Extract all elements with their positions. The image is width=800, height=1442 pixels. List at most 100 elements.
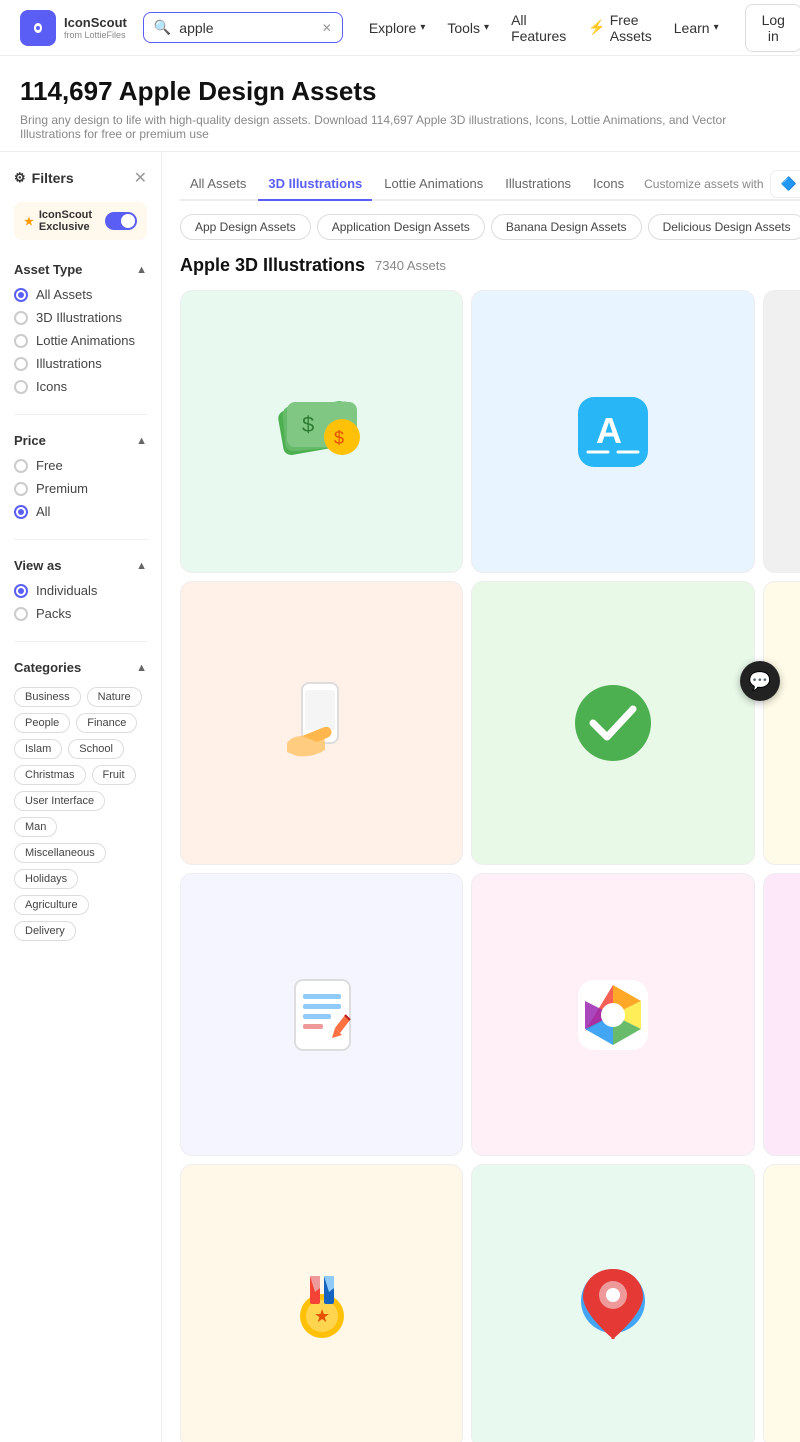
- tab-icons[interactable]: Icons: [583, 168, 634, 201]
- svg-text:$: $: [334, 428, 344, 448]
- tab-all-assets[interactable]: All Assets: [180, 168, 256, 201]
- asset-card-1[interactable]: $ $: [180, 290, 463, 573]
- asset-type-illustrations[interactable]: Illustrations: [14, 356, 147, 371]
- price-section: Price ▲ Free Premium All: [14, 427, 147, 523]
- exclusive-label: ★ IconScout Exclusive: [24, 209, 105, 233]
- asset-count: 7340 Assets: [375, 258, 446, 273]
- asset-card-3[interactable]: [763, 290, 800, 573]
- exclusive-icon: ★: [24, 215, 34, 228]
- price-all[interactable]: All: [14, 504, 147, 519]
- asset-card-2[interactable]: A: [471, 290, 754, 573]
- categories-title: Categories: [14, 660, 81, 675]
- asset-card-4[interactable]: [180, 581, 463, 864]
- tag-agriculture[interactable]: Agriculture: [14, 895, 89, 915]
- filter-chips-row: App Design Assets Application Design Ass…: [180, 213, 800, 241]
- toggle-knob: [121, 214, 135, 228]
- gltf-editor-button[interactable]: 🔷 gITF 3D Editor: [770, 170, 800, 198]
- asset-card-8[interactable]: [471, 873, 754, 1156]
- asset-card-12[interactable]: [763, 1164, 800, 1442]
- price-options: Free Premium All: [14, 454, 147, 523]
- radio-premium: [14, 482, 28, 496]
- main-nav: Explore ▾ Tools ▾ All Features ⚡Free Ass…: [359, 6, 729, 50]
- filter-icon: ⚙: [14, 170, 26, 186]
- exclusive-toggle[interactable]: [105, 212, 137, 230]
- price-premium[interactable]: Premium: [14, 481, 147, 496]
- asset-type-section: Asset Type ▲ All Assets 3D Illustrations…: [14, 256, 147, 398]
- tag-islam[interactable]: Islam: [14, 739, 62, 759]
- clear-icon[interactable]: ✕: [322, 21, 332, 35]
- nav-tools[interactable]: Tools ▾: [437, 14, 499, 42]
- asset-card-5[interactable]: [471, 581, 754, 864]
- asset-type-icons[interactable]: Icons: [14, 379, 147, 394]
- chip-banana[interactable]: Banana Design Assets: [491, 214, 642, 240]
- free-assets-icon: ⚡: [588, 19, 605, 36]
- tabs-row: All Assets 3D Illustrations Lottie Anima…: [180, 168, 800, 201]
- login-button[interactable]: Log in: [745, 4, 800, 52]
- explore-chevron-icon: ▾: [420, 22, 425, 33]
- tag-nature[interactable]: Nature: [87, 687, 142, 707]
- nav-explore[interactable]: Explore ▾: [359, 14, 436, 42]
- asset-card-10[interactable]: ★: [180, 1164, 463, 1442]
- tab-illustrations[interactable]: Illustrations: [495, 168, 581, 201]
- tag-fruit[interactable]: Fruit: [92, 765, 136, 785]
- chip-delicious[interactable]: Delicious Design Assets: [648, 214, 800, 240]
- sidebar-header: ⚙ Filters ✕: [14, 168, 147, 188]
- tag-man[interactable]: Man: [14, 817, 57, 837]
- filters-label: ⚙ Filters: [14, 170, 74, 186]
- search-bar: 🔍 ✕: [143, 12, 343, 43]
- view-as-header[interactable]: View as ▲: [14, 552, 147, 579]
- tag-business[interactable]: Business: [14, 687, 81, 707]
- tab-lottie[interactable]: Lottie Animations: [374, 168, 493, 201]
- asset-type-title: Asset Type: [14, 262, 82, 277]
- search-input[interactable]: [179, 20, 279, 36]
- asset-type-3d[interactable]: 3D Illustrations: [14, 310, 147, 325]
- nav-free-assets[interactable]: ⚡Free Assets: [578, 6, 661, 50]
- chip-app-design[interactable]: App Design Assets: [180, 214, 311, 240]
- asset-card-7[interactable]: [180, 873, 463, 1156]
- learn-chevron-icon: ▾: [714, 22, 719, 33]
- tag-christmas[interactable]: Christmas: [14, 765, 86, 785]
- radio-packs: [14, 607, 28, 621]
- svg-text:A: A: [596, 410, 622, 451]
- view-individuals[interactable]: Individuals: [14, 583, 147, 598]
- price-header[interactable]: Price ▲: [14, 427, 147, 454]
- header-actions: Log in Sign up: [745, 4, 800, 52]
- tag-holidays[interactable]: Holidays: [14, 869, 78, 889]
- tag-delivery[interactable]: Delivery: [14, 921, 76, 941]
- asset-type-header[interactable]: Asset Type ▲: [14, 256, 147, 283]
- radio-icons: [14, 380, 28, 394]
- nav-learn[interactable]: Learn ▾: [664, 14, 729, 42]
- header: IconScout from LottieFiles 🔍 ✕ Explore ▾…: [0, 0, 800, 56]
- logo[interactable]: IconScout from LottieFiles: [20, 10, 127, 46]
- price-title: Price: [14, 433, 46, 448]
- chat-button[interactable]: 💬: [740, 661, 780, 701]
- asset-type-lottie[interactable]: Lottie Animations: [14, 333, 147, 348]
- asset-card-11[interactable]: [471, 1164, 754, 1442]
- chip-application-design[interactable]: Application Design Assets: [317, 214, 485, 240]
- tag-miscellaneous[interactable]: Miscellaneous: [14, 843, 106, 863]
- tag-user-interface[interactable]: User Interface: [14, 791, 105, 811]
- svg-text:★: ★: [314, 1306, 330, 1326]
- hero-section: 114,697 Apple Design Assets Bring any de…: [0, 56, 800, 152]
- radio-individuals: [14, 584, 28, 598]
- tag-finance[interactable]: Finance: [76, 713, 137, 733]
- divider-1: [14, 414, 147, 415]
- tab-3d-illustrations[interactable]: 3D Illustrations: [258, 168, 372, 201]
- page-title: 114,697 Apple Design Assets: [20, 76, 780, 107]
- asset-type-all-assets[interactable]: All Assets: [14, 287, 147, 302]
- tag-people[interactable]: People: [14, 713, 70, 733]
- section-header: Apple 3D Illustrations 7340 Assets: [180, 255, 800, 276]
- categories-chevron-icon: ▲: [136, 662, 147, 674]
- asset-type-chevron-icon: ▲: [136, 264, 147, 276]
- logo-icon: [20, 10, 56, 46]
- tag-school[interactable]: School: [68, 739, 124, 759]
- asset-card-6[interactable]: [763, 581, 800, 864]
- view-as-chevron-icon: ▲: [136, 560, 147, 572]
- categories-header[interactable]: Categories ▲: [14, 654, 147, 681]
- view-packs[interactable]: Packs: [14, 606, 147, 621]
- nav-all-features[interactable]: All Features: [501, 6, 576, 50]
- asset-card-9[interactable]: [763, 873, 800, 1156]
- close-sidebar-button[interactable]: ✕: [134, 168, 147, 188]
- chat-icon: 💬: [749, 671, 771, 692]
- price-free[interactable]: Free: [14, 458, 147, 473]
